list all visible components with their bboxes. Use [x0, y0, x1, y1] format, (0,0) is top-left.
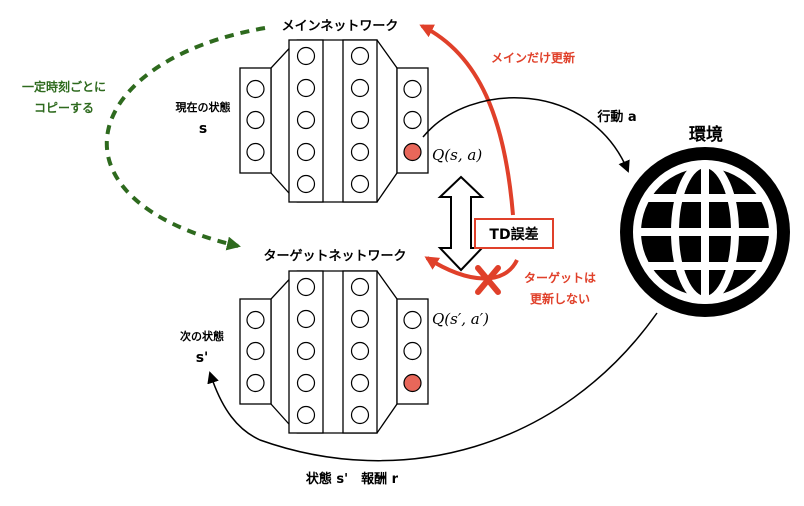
action-label: 行動 a [596, 109, 636, 125]
selected-output-node [403, 373, 422, 393]
update-main-only-label: メインだけ更新 [491, 50, 575, 65]
hidden-node [296, 110, 316, 130]
hidden-node [296, 341, 316, 361]
td-error-label: TD誤差 [489, 226, 538, 243]
hidden-node [350, 78, 370, 98]
input-node [246, 142, 265, 162]
environment-label: 環境 [689, 124, 723, 145]
target-network-title: ターゲットネットワーク [263, 248, 406, 264]
hidden-node [350, 405, 370, 425]
output-node [403, 310, 422, 330]
input-node [246, 110, 265, 130]
hidden-node [296, 277, 316, 297]
q-main-label: Q(s, a) [432, 146, 482, 164]
target-update-arrow [424, 256, 519, 281]
hidden-node [350, 46, 370, 66]
next-state-symbol: s' [196, 350, 209, 366]
target-network [239, 270, 429, 434]
copy-note-line2: コピーする [34, 101, 94, 115]
input-node [246, 341, 265, 361]
output-node [403, 79, 422, 99]
hidden-node [350, 309, 370, 329]
hidden-node [350, 373, 370, 393]
input-node [246, 79, 265, 99]
hidden-node [296, 373, 316, 393]
target-no-update-line2: 更新しない [530, 291, 590, 306]
globe-icon [620, 147, 790, 317]
main-network-title: メインネットワーク [282, 19, 399, 34]
hidden-node [296, 405, 316, 425]
target-no-update-line1: ターゲットは [524, 270, 596, 285]
output-node [403, 341, 422, 361]
hidden-node [296, 142, 316, 162]
hidden-node [350, 174, 370, 194]
copy-note-line1: 一定時刻ごとに [22, 79, 106, 94]
hidden-node [296, 174, 316, 194]
current-state-symbol: s [199, 121, 207, 137]
main-network [239, 39, 429, 203]
hidden-node [296, 46, 316, 66]
current-state-label: 現在の状態 [176, 100, 231, 114]
q-target-label: Q(s′, a′) [432, 310, 489, 328]
hidden-node [296, 309, 316, 329]
input-node [246, 373, 265, 393]
input-node [246, 310, 265, 330]
output-node [403, 110, 422, 130]
next-state-label: 次の状態 [180, 329, 224, 343]
hidden-node [350, 277, 370, 297]
hidden-node [296, 78, 316, 98]
feedback-label: 状態 s' 報酬 r [306, 471, 399, 487]
hidden-node [350, 142, 370, 162]
selected-output-node [403, 142, 422, 162]
hidden-node [350, 110, 370, 130]
hidden-node [350, 341, 370, 361]
dqn-diagram: メインネットワーク ターゲットネットワーク 現在の状態 s 次の状態 s' Q(… [22, 19, 790, 487]
